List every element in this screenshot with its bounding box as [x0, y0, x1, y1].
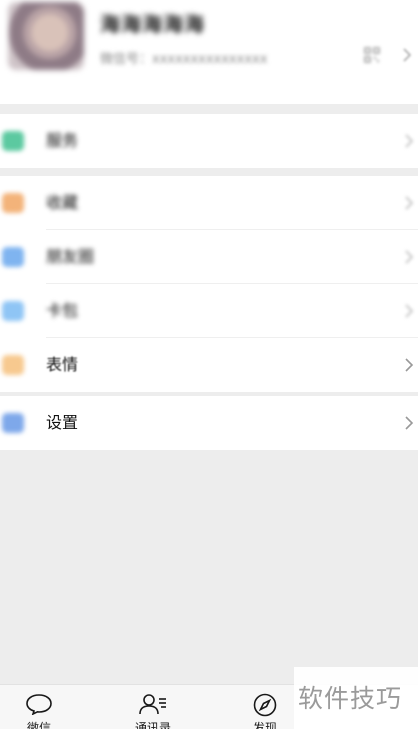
menu-item-settings[interactable]: 设置: [0, 396, 418, 450]
menu-item-favorites[interactable]: 收藏: [0, 176, 418, 230]
menu-item-moments[interactable]: 朋友圈: [0, 230, 418, 284]
tab-label: 发现: [252, 721, 277, 729]
card-wallet-icon: [2, 301, 24, 321]
watermark-text: 软件技巧: [298, 684, 403, 713]
menu-item-label: 表情: [46, 355, 79, 374]
tab-chats[interactable]: 微信: [4, 685, 74, 729]
tab-label: 通讯录: [134, 721, 171, 729]
wechat-me-page: 海海海海海 微信号：xxxxxxxxxxxxxxx 服务 收藏 朋友圈 卡包 表…: [0, 0, 418, 729]
profile-nickname: 海海海海海: [100, 12, 205, 36]
menu-item-cards[interactable]: 卡包: [0, 284, 418, 338]
menu-item-service[interactable]: 服务: [0, 114, 418, 168]
chevron-right-icon: [405, 304, 414, 318]
service-icon: [2, 131, 24, 151]
chevron-right-icon: [403, 48, 412, 62]
profile-header[interactable]: 海海海海海 微信号：xxxxxxxxxxxxxxx: [0, 0, 418, 104]
chevron-right-icon: [405, 416, 414, 430]
chevron-right-icon: [405, 358, 414, 372]
chat-icon: [26, 694, 52, 715]
profile-wechat-id: 微信号：xxxxxxxxxxxxxxx: [100, 52, 268, 67]
discover-compass-icon: [253, 693, 277, 717]
moments-icon: [2, 247, 24, 267]
sticker-icon: [2, 355, 24, 375]
avatar[interactable]: [8, 2, 84, 70]
watermark: 软件技巧: [294, 667, 418, 729]
tab-discover[interactable]: 发现: [230, 685, 300, 729]
tab-label: 微信: [26, 721, 51, 729]
menu-item-label: 卡包: [46, 301, 79, 320]
contacts-icon: [139, 694, 166, 715]
chevron-right-icon: [405, 196, 414, 210]
qr-code-icon[interactable]: [364, 47, 380, 63]
menu-item-label: 服务: [46, 131, 79, 150]
chevron-right-icon: [405, 134, 414, 148]
tab-contacts[interactable]: 通讯录: [118, 685, 188, 729]
settings-icon: [2, 413, 24, 433]
menu-item-label: 收藏: [46, 193, 79, 212]
chevron-right-icon: [405, 250, 414, 264]
favorites-icon: [2, 193, 24, 213]
menu-item-stickers[interactable]: 表情: [0, 338, 418, 392]
menu-item-label: 朋友圈: [46, 247, 95, 266]
menu-item-label: 设置: [46, 413, 79, 432]
